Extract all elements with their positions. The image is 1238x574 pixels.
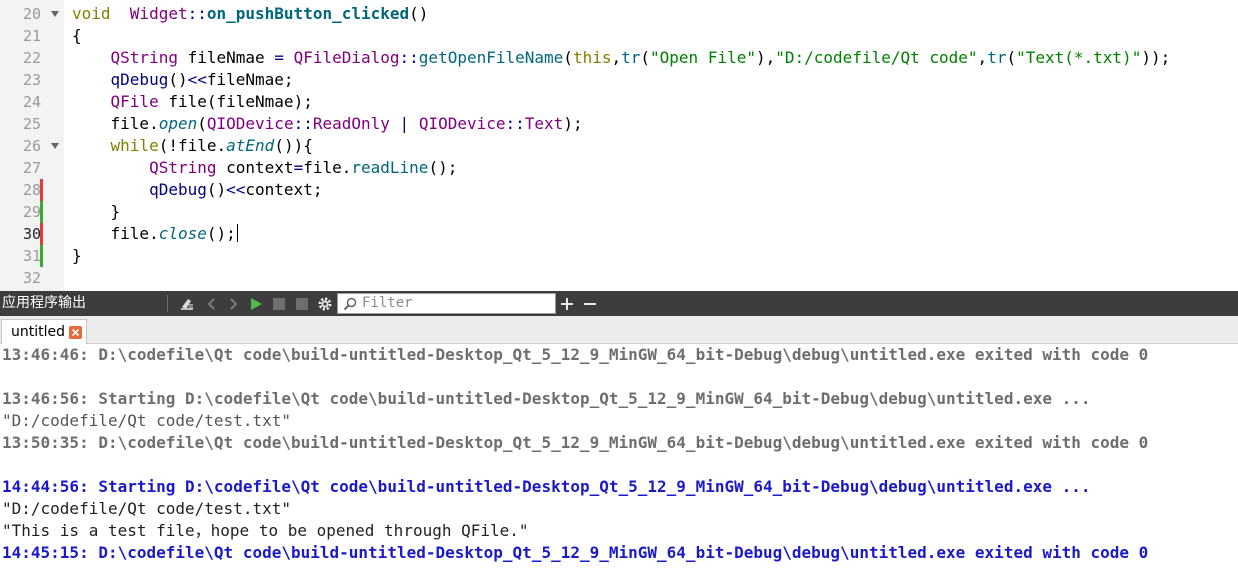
- code-text: qDebug()<<context;: [149, 180, 323, 199]
- line-number: 28: [22, 181, 41, 199]
- tab-label: untitled: [11, 324, 66, 340]
- code-text: }: [72, 246, 82, 265]
- code-line[interactable]: 20 void Widget::on_pushButton_clicked(): [0, 3, 1238, 25]
- output-line: 14:44:56: Starting D:\codefile\Qt code\b…: [2, 477, 1091, 496]
- code-line[interactable]: 29 }: [0, 201, 1238, 223]
- pane-icon[interactable]: [293, 291, 311, 316]
- change-marker: [40, 201, 43, 223]
- output-line: "D:/codefile/Qt code/test.txt": [2, 411, 291, 430]
- minus-icon[interactable]: [582, 291, 598, 316]
- code-line[interactable]: 30 file.close();: [0, 223, 1238, 245]
- code-line[interactable]: 26 while(!file.atEnd()){: [0, 135, 1238, 157]
- code-line[interactable]: 24 QFile file(fileNmae);: [0, 91, 1238, 113]
- code-text: }: [72, 202, 121, 221]
- svg-text:≡: ≡: [188, 302, 194, 310]
- text-cursor: [236, 224, 238, 242]
- change-marker: [40, 245, 43, 267]
- toolbar-separator: [167, 295, 168, 312]
- pane-title: 应用程序输出: [2, 295, 86, 311]
- clear-icon[interactable]: ≡: [178, 291, 196, 316]
- output-line: 13:50:35: D:\codefile\Qt code\build-unti…: [2, 433, 1149, 452]
- line-number: 24: [22, 93, 41, 111]
- code-text: file.close();: [72, 224, 238, 243]
- output-line: 13:46:46: D:\codefile\Qt code\build-unti…: [2, 345, 1149, 364]
- next-icon[interactable]: [225, 291, 243, 316]
- line-number: 32: [22, 269, 41, 287]
- line-number: 30: [22, 225, 41, 243]
- line-number: 25: [22, 115, 41, 133]
- code-line[interactable]: 32: [0, 267, 1238, 289]
- code-text: QString context=file.readLine();: [149, 158, 458, 177]
- code-text: {: [72, 26, 82, 45]
- filter-placeholder: Filter: [362, 295, 413, 311]
- code-text: void Widget::on_pushButton_clicked(): [72, 4, 429, 23]
- output-line: "D:/codefile/Qt code/test.txt": [2, 499, 291, 518]
- code-editor[interactable]: 20 void Widget::on_pushButton_clicked()21…: [0, 0, 1238, 291]
- search-icon: [343, 297, 357, 311]
- output-tabs: untitled: [0, 316, 1238, 344]
- prev-icon[interactable]: [202, 291, 220, 316]
- output-line: "This is a test file，hope to be opened t…: [2, 521, 529, 540]
- settings-icon[interactable]: [316, 291, 334, 316]
- code-line[interactable]: 23 qDebug()<<fileNmae;: [0, 69, 1238, 91]
- line-number: 23: [22, 71, 41, 89]
- filter-input[interactable]: Filter: [337, 293, 556, 314]
- code-text: QFile file(fileNmae);: [110, 92, 313, 111]
- change-marker: [40, 179, 43, 201]
- line-number: 22: [22, 49, 41, 67]
- line-number: 21: [22, 27, 41, 45]
- code-line[interactable]: 22 QString fileNmae = QFileDialog::getOp…: [0, 47, 1238, 69]
- code-line[interactable]: 25 file.open(QIODevice::ReadOnly | QIODe…: [0, 113, 1238, 135]
- close-icon[interactable]: [69, 325, 83, 339]
- change-marker: [40, 223, 43, 245]
- output-line: 13:46:56: Starting D:\codefile\Qt code\b…: [2, 389, 1091, 408]
- output-line: 14:45:15: D:\codefile\Qt code\build-unti…: [2, 543, 1149, 562]
- line-number: 29: [22, 203, 41, 221]
- fold-arrow-icon[interactable]: [50, 135, 60, 157]
- line-number: 31: [22, 247, 41, 265]
- code-text: qDebug()<<fileNmae;: [110, 70, 294, 89]
- code-text: QString fileNmae = QFileDialog::getOpenF…: [110, 48, 1171, 67]
- code-line[interactable]: 31}: [0, 245, 1238, 267]
- add-icon[interactable]: [559, 291, 575, 316]
- output-pane-toolbar: 应用程序输出 ≡ Filter: [0, 291, 1238, 316]
- line-number: 27: [22, 159, 41, 177]
- run-icon[interactable]: [247, 291, 265, 316]
- code-text: while(!file.atEnd()){: [110, 136, 313, 155]
- code-line[interactable]: 27 QString context=file.readLine();: [0, 157, 1238, 179]
- application-output[interactable]: 13:46:46: D:\codefile\Qt code\build-unti…: [0, 344, 1238, 574]
- stop-icon[interactable]: [270, 291, 288, 316]
- tab-untitled[interactable]: untitled: [1, 319, 88, 344]
- code-line[interactable]: 28 qDebug()<<context;: [0, 179, 1238, 201]
- code-line[interactable]: 21 {: [0, 25, 1238, 47]
- line-number: 20: [22, 5, 41, 23]
- fold-arrow-icon[interactable]: [50, 3, 60, 25]
- line-number: 26: [22, 137, 41, 155]
- code-text: file.open(QIODevice::ReadOnly | QIODevic…: [72, 114, 583, 133]
